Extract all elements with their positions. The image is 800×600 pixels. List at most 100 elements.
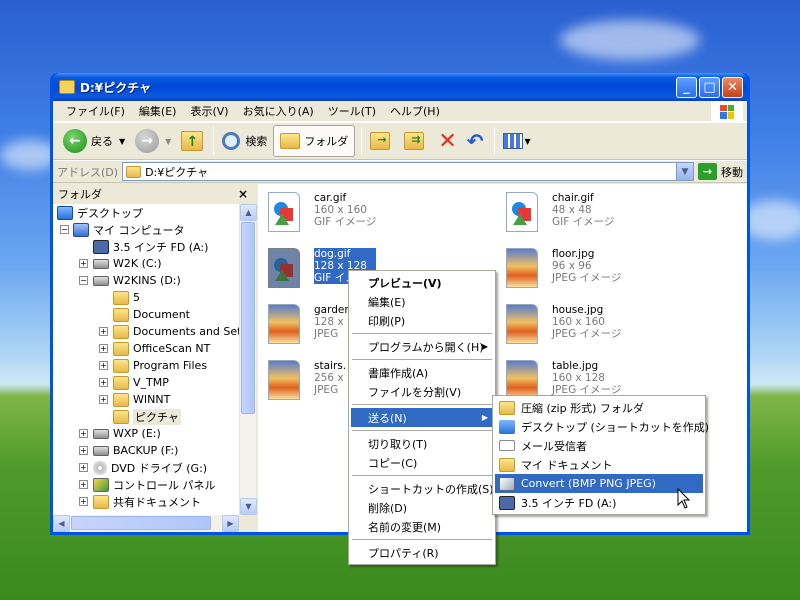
send-to-convert[interactable]: Convert (BMP PNG JPEG) <box>495 474 703 493</box>
tree-item-floppy[interactable]: 3.5 インチ FD (A:) <box>53 238 239 255</box>
menu-help[interactable]: ヘルプ(H) <box>383 101 447 121</box>
send-to-zip-folder[interactable]: 圧縮 (zip 形式) フォルダ <box>495 398 703 417</box>
tree-item-document[interactable]: Document <box>53 306 239 323</box>
menu-item-print[interactable]: 印刷(P) <box>351 311 493 330</box>
file-item[interactable]: car.gif 160 x 160 GIF イメージ <box>268 192 376 232</box>
undo-button[interactable]: ↶ <box>463 125 488 157</box>
tree-item-desktop[interactable]: デスクトップ <box>53 204 239 221</box>
scroll-right-icon[interactable]: ▶ <box>222 515 239 532</box>
file-item[interactable]: stairs. 256 x JPEG <box>268 360 346 400</box>
address-input[interactable]: D:¥ピクチャ ▼ <box>122 162 694 181</box>
file-item[interactable]: floor.jpg 96 x 96 JPEG イメージ <box>506 248 621 288</box>
scroll-left-icon[interactable]: ◀ <box>53 515 70 532</box>
chevron-down-icon[interactable]: ▼ <box>165 137 171 146</box>
file-item[interactable]: house.jpg 160 x 160 JPEG イメージ <box>506 304 621 344</box>
back-button[interactable]: ← 戻る ▼ <box>59 125 129 157</box>
send-to-mail-recipient[interactable]: メール受信者 <box>495 436 703 455</box>
file-name: car.gif <box>314 192 347 204</box>
tree-item-control-panel[interactable]: + コントロール パネル <box>53 476 239 493</box>
vertical-scrollbar[interactable]: ▲ ▼ <box>239 204 257 515</box>
tree-item-pictures[interactable]: ピクチャ <box>53 408 239 425</box>
expand-toggle[interactable]: + <box>79 463 88 472</box>
expand-toggle[interactable]: + <box>99 327 108 336</box>
expand-toggle[interactable]: + <box>79 446 88 455</box>
expand-toggle[interactable]: + <box>99 378 108 387</box>
scroll-down-icon[interactable]: ▼ <box>240 498 257 515</box>
copy-to-button[interactable]: ⇉ <box>400 125 432 157</box>
scroll-thumb[interactable] <box>241 222 255 414</box>
file-dims: 160 x 160 <box>314 204 367 216</box>
tree-item-backup[interactable]: + BACKUP (F:) <box>53 442 239 459</box>
menu-item-split-file[interactable]: ファイルを分割(V) <box>351 382 493 401</box>
menu-tools[interactable]: ツール(T) <box>321 101 383 121</box>
close-button[interactable]: ✕ <box>722 76 743 98</box>
forward-button[interactable]: → ▼ <box>131 125 175 157</box>
up-folder-button[interactable]: ↑ <box>177 125 207 157</box>
tree-item-label: WXP (E:) <box>113 427 161 440</box>
views-button[interactable]: ▼ <box>499 125 535 157</box>
menu-view[interactable]: 表示(V) <box>183 101 235 121</box>
send-to-floppy[interactable]: 3.5 インチ FD (A:) <box>495 493 703 512</box>
menu-item-copy[interactable]: コピー(C) <box>351 453 493 472</box>
file-type: GIF イメージ <box>314 216 377 228</box>
menu-favorites[interactable]: お気に入り(A) <box>236 101 321 121</box>
menu-item-create-archive[interactable]: 書庫作成(A) <box>351 363 493 382</box>
tree-item-label: コントロール パネル <box>113 478 216 492</box>
search-button[interactable]: 検索 <box>218 125 271 157</box>
close-icon[interactable]: × <box>238 187 248 201</box>
file-item[interactable]: chair.gif 48 x 48 GIF イメージ <box>506 192 614 232</box>
chevron-down-icon[interactable]: ▼ <box>676 163 693 180</box>
expand-toggle[interactable]: + <box>79 429 88 438</box>
tree-item-winnt[interactable]: + WINNT <box>53 391 239 408</box>
menu-item-rename[interactable]: 名前の変更(M) <box>351 517 493 536</box>
tree-item-w2kins[interactable]: − W2KINS (D:) <box>53 272 239 289</box>
tree-item-w2k[interactable]: + W2K (C:) <box>53 255 239 272</box>
tree-item-wxp[interactable]: + WXP (E:) <box>53 425 239 442</box>
menu-item-open-with[interactable]: プログラムから開く(H) ▶ <box>351 337 493 356</box>
collapse-toggle[interactable]: − <box>60 225 69 234</box>
tree-item-documents-and-settings[interactable]: + Documents and Setti <box>53 323 239 340</box>
maximize-button[interactable]: □ <box>699 76 720 98</box>
my-documents-icon <box>499 457 515 472</box>
menu-file[interactable]: ファイル(F) <box>59 101 132 121</box>
go-button[interactable]: → 移動 <box>698 163 743 180</box>
menu-item-edit[interactable]: 編集(E) <box>351 292 493 311</box>
tree-item-program-files[interactable]: + Program Files <box>53 357 239 374</box>
tree-item-label: BACKUP (F:) <box>113 444 179 457</box>
delete-button[interactable]: ✕ <box>434 125 460 157</box>
file-item[interactable]: table.jpg 160 x 128 JPEG イメージ <box>506 360 621 400</box>
menu-edit[interactable]: 編集(E) <box>132 101 184 121</box>
expand-toggle[interactable]: + <box>99 361 108 370</box>
expand-toggle[interactable]: + <box>99 344 108 353</box>
menu-item-preview[interactable]: プレビュー(V) <box>351 273 493 292</box>
send-to-desktop[interactable]: デスクトップ (ショートカットを作成) <box>495 417 709 436</box>
send-to-my-documents[interactable]: マイ ドキュメント <box>495 455 703 474</box>
tree-item-v-tmp[interactable]: + V_TMP <box>53 374 239 391</box>
expand-toggle[interactable]: + <box>79 480 88 489</box>
minimize-button[interactable]: _ <box>676 76 697 98</box>
chevron-down-icon[interactable]: ▼ <box>119 137 125 146</box>
title-bar[interactable]: D:¥ピクチャ _ □ ✕ <box>53 73 747 101</box>
menu-item-delete[interactable]: 削除(D) <box>351 498 493 517</box>
tree-item-label: 3.5 インチ FD (A:) <box>113 240 209 254</box>
tree-item-officescan[interactable]: + OfficeScan NT <box>53 340 239 357</box>
scroll-thumb[interactable] <box>71 516 211 530</box>
collapse-toggle[interactable]: − <box>79 276 88 285</box>
expand-toggle[interactable]: + <box>99 395 108 404</box>
menu-item-properties[interactable]: プロパティ(R) <box>351 543 493 562</box>
menu-item-cut[interactable]: 切り取り(T) <box>351 434 493 453</box>
tree-item-shared-documents[interactable]: + 共有ドキュメント <box>53 493 239 510</box>
tree-item-my-computer[interactable]: − マイ コンピュータ <box>53 221 239 238</box>
menu-bar: ファイル(F) 編集(E) 表示(V) お気に入り(A) ツール(T) ヘルプ(… <box>53 101 747 122</box>
horizontal-scrollbar[interactable]: ◀ ▶ <box>53 515 239 532</box>
tree-item-dvd[interactable]: + DVD ドライブ (G:) <box>53 459 239 476</box>
expand-toggle[interactable]: + <box>79 259 88 268</box>
folders-button[interactable]: フォルダ <box>273 125 356 157</box>
menu-item-send-to[interactable]: 送る(N) ▶ <box>351 408 493 427</box>
menu-item-create-shortcut[interactable]: ショートカットの作成(S) <box>351 479 494 498</box>
scroll-up-icon[interactable]: ▲ <box>240 204 257 221</box>
move-to-button[interactable]: → <box>366 125 398 157</box>
tree-item-folder-5[interactable]: 5 <box>53 289 239 306</box>
expand-toggle[interactable]: + <box>79 497 88 506</box>
file-item[interactable]: garden 128 x JPEG <box>268 304 351 344</box>
